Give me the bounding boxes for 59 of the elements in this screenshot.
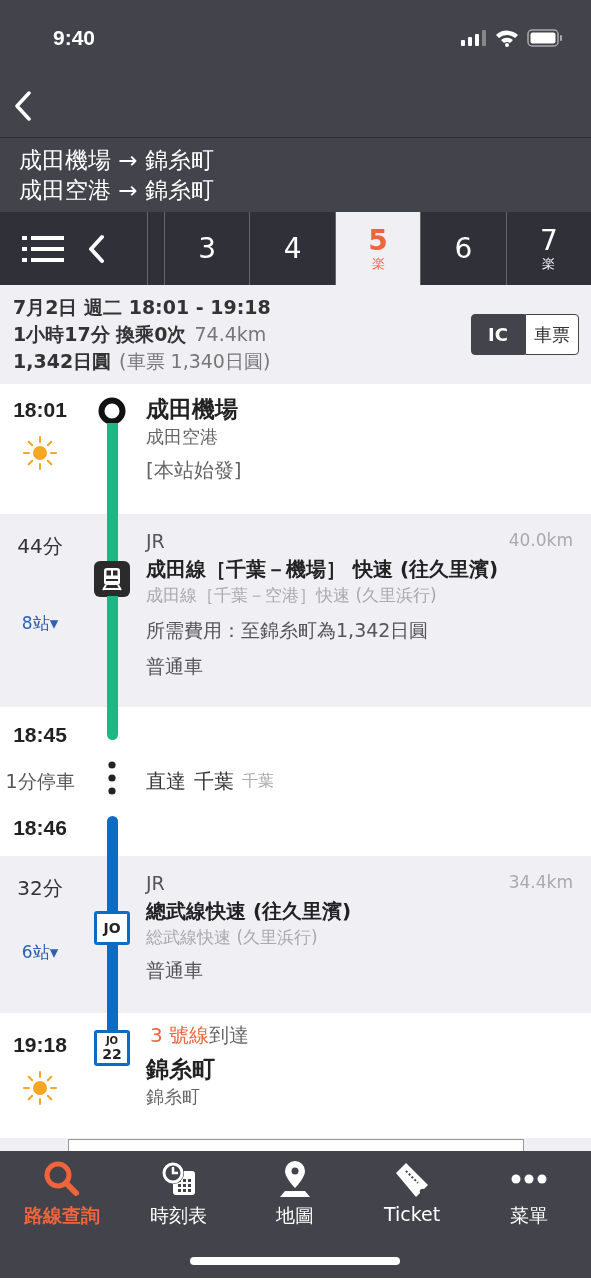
arrival-time: 18:45 bbox=[13, 723, 67, 747]
platform-label: 3 號線 bbox=[149, 1022, 210, 1049]
car-class: 普通車 bbox=[146, 654, 204, 679]
back-icon[interactable] bbox=[14, 91, 32, 121]
sun-icon bbox=[23, 436, 57, 470]
stop-station-local-name: 千葉 bbox=[242, 770, 274, 792]
route-title: 成田空港 → 錦糸町 bbox=[19, 176, 215, 205]
station-local-name: 成田空港 bbox=[146, 425, 219, 449]
route-title: 成田機場 → 錦糸町 bbox=[19, 146, 215, 175]
stations-toggle[interactable]: 6站▾ bbox=[21, 941, 59, 964]
stations-toggle[interactable]: 8站▾ bbox=[21, 612, 59, 635]
departure-time: 18:46 bbox=[13, 816, 67, 840]
operator-label: JR bbox=[146, 530, 165, 552]
line-local-name: 成田線［千葉－空港］快速 (久里浜行) bbox=[146, 584, 438, 606]
stop-duration: 1分停車 bbox=[5, 768, 75, 794]
train-icon bbox=[94, 561, 130, 597]
origin-marker-icon bbox=[98, 397, 126, 425]
station-code-badge: JO 22 bbox=[94, 1030, 130, 1066]
station-time: 18:01 bbox=[13, 398, 67, 422]
station-time: 19:18 bbox=[13, 1033, 67, 1057]
arrival-label: 到達 bbox=[209, 1022, 250, 1049]
line-local-name: 総武線快速 (久里浜行) bbox=[146, 926, 319, 948]
station-note: [本站始發] bbox=[146, 457, 243, 484]
list-icon[interactable] bbox=[22, 235, 64, 262]
trip-date-time: 7月2日 週二 18:01 - 19:18 bbox=[13, 295, 271, 320]
signal-icon bbox=[461, 29, 487, 46]
line-name: 成田線［千葉－機場］ 快速 (往久里濱) bbox=[146, 556, 500, 583]
route-line bbox=[106, 816, 118, 856]
station-name: 成田機場 bbox=[146, 395, 239, 424]
fare-toggle[interactable]: IC bbox=[471, 314, 525, 355]
stop-station-name: 千葉 bbox=[194, 767, 234, 795]
sun-icon bbox=[23, 1071, 57, 1105]
line-name: 總武線快速 (往久里濱) bbox=[146, 898, 353, 925]
segment-distance: 40.0km bbox=[508, 530, 573, 552]
trip-duration: 1小時17分 換乘0次 bbox=[13, 322, 187, 347]
stop-dots-icon bbox=[108, 761, 116, 795]
tab-bar-item[interactable]: 地圖 bbox=[237, 1151, 354, 1237]
tab-bar-item[interactable]: 菜單 bbox=[470, 1151, 587, 1237]
trip-distance: 74.4km bbox=[194, 322, 267, 347]
ride-duration: 32分 bbox=[17, 875, 63, 902]
station-name: 錦糸町 bbox=[146, 1055, 216, 1084]
tab-bar-item[interactable]: Ticket bbox=[353, 1151, 471, 1237]
ride-duration: 44分 bbox=[17, 533, 63, 560]
fare-toggle[interactable]: 車票 bbox=[525, 314, 579, 355]
more-icon bbox=[510, 1174, 547, 1184]
fare-note: 所需費用：至錦糸町為1,342日圓 bbox=[146, 618, 430, 643]
tab-bar-item[interactable]: 時刻表 bbox=[120, 1151, 238, 1237]
previous-icon[interactable] bbox=[86, 233, 106, 264]
status-time: 9:40 bbox=[53, 25, 96, 50]
line-code-badge: JO bbox=[94, 911, 130, 945]
car-class: 普通車 bbox=[146, 958, 204, 983]
segment-distance: 34.4km bbox=[508, 872, 573, 894]
battery-icon bbox=[527, 28, 563, 47]
ticket-fare: (車票 1,340日圓) bbox=[119, 349, 271, 374]
trip-fare: 1,342日圓 bbox=[13, 349, 112, 374]
station-local-name: 錦糸町 bbox=[146, 1085, 201, 1109]
through-label: 直達 bbox=[146, 767, 186, 795]
wifi-icon bbox=[495, 28, 519, 47]
operator-label: JR bbox=[146, 872, 165, 894]
